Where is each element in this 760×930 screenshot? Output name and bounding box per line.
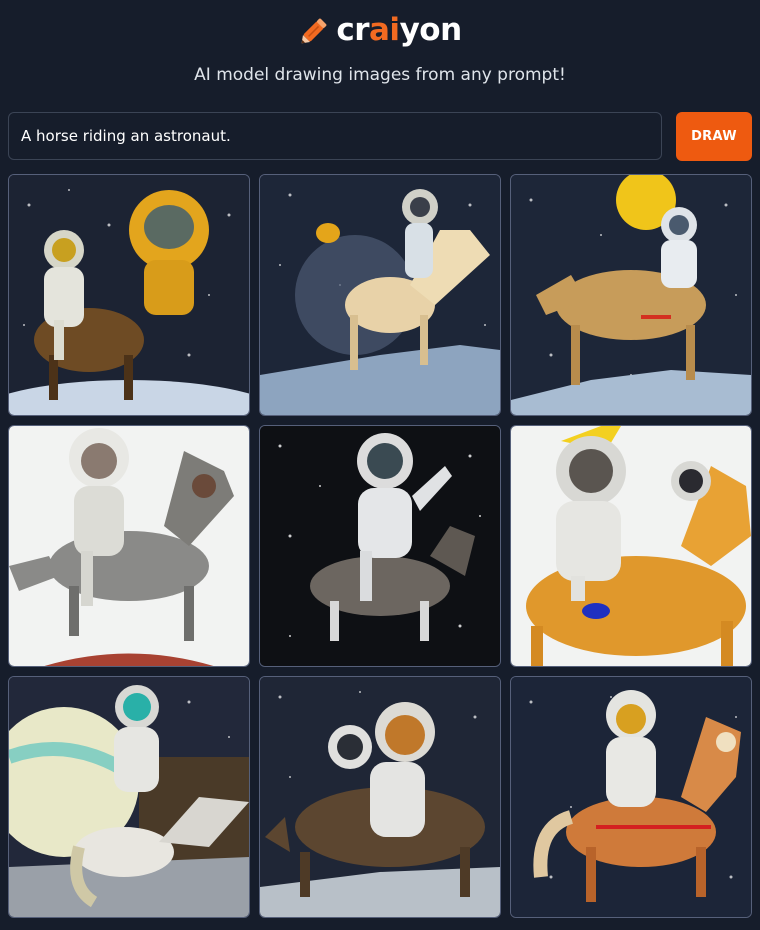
result-image-6: [511, 426, 751, 666]
result-image[interactable]: [510, 174, 752, 416]
result-image-7: [9, 677, 249, 917]
result-image[interactable]: [8, 425, 250, 667]
results-grid: [8, 174, 752, 918]
pencil-icon: [301, 18, 327, 44]
prompt-input[interactable]: [8, 112, 662, 160]
result-image[interactable]: [8, 676, 250, 918]
result-image-4: [9, 426, 249, 666]
result-image[interactable]: [510, 676, 752, 918]
result-image-9: [511, 677, 751, 917]
result-image[interactable]: [259, 425, 501, 667]
result-image-8: [260, 677, 500, 917]
result-image[interactable]: [259, 174, 501, 416]
brand-logo[interactable]: craiyon: [0, 10, 760, 50]
craiyon-page: craiyon AI model drawing images from any…: [0, 0, 760, 930]
result-image[interactable]: [8, 174, 250, 416]
result-image-2: [260, 175, 500, 415]
draw-button[interactable]: DRAW: [676, 112, 752, 161]
result-image[interactable]: [259, 676, 501, 918]
tagline: AI model drawing images from any prompt!: [194, 65, 566, 85]
brand-name: craiyon: [336, 12, 462, 48]
result-image[interactable]: [510, 425, 752, 667]
result-image-1: [9, 175, 249, 415]
result-image-5: [260, 426, 500, 666]
result-image-3: [511, 175, 751, 415]
